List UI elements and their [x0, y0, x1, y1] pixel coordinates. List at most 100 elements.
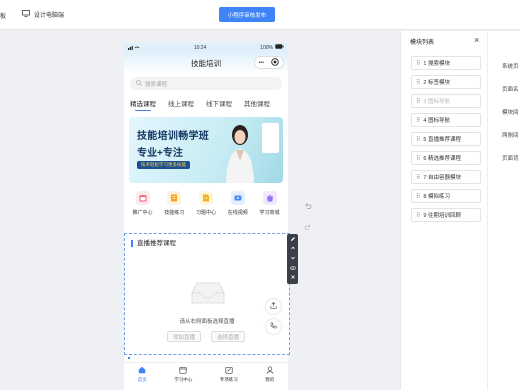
book-icon: [167, 191, 182, 205]
battery-icon: [275, 44, 284, 51]
panel-divider: [487, 31, 488, 390]
shop-icon: [262, 191, 277, 205]
module-item[interactable]: ⠿ 4 图标导航: [411, 113, 481, 127]
signal-icon: [128, 45, 140, 50]
drag-handle-icon[interactable]: ⠿: [416, 174, 421, 181]
module-item-label: 8 模拟练习: [423, 194, 450, 200]
publish-button[interactable]: 小程序审核发布: [219, 7, 275, 22]
module-title: 直播推荐课程: [131, 240, 176, 247]
redo-icon[interactable]: [302, 221, 314, 233]
drag-handle-icon[interactable]: ⠿: [416, 136, 421, 143]
module-item[interactable]: ⠿ 1 搜索模块: [411, 56, 481, 70]
edit-icon: [225, 366, 233, 375]
module-item-label: 2 标签模块: [423, 80, 450, 86]
move-up-icon[interactable]: [290, 245, 296, 253]
design-desktop-button[interactable]: 设计电脑端: [22, 10, 64, 19]
icon-nav-item[interactable]: 推广中心: [128, 191, 157, 216]
module-toolbar: [287, 234, 298, 284]
module-item-label: 9 往期培训回顾: [423, 213, 461, 219]
tabbar-label: 首页: [137, 377, 147, 382]
settings-item[interactable]: 两侧间: [502, 131, 519, 139]
module-item[interactable]: ⠿ 9 往期培训回顾: [411, 208, 481, 222]
module-item[interactable]: ⠿ 2 标签模块: [411, 75, 481, 89]
tabbar-item-study[interactable]: 学习中心: [174, 366, 192, 390]
panel-title: 模块列表: [410, 40, 435, 46]
module-item-label: 7 自由容器模块: [423, 175, 461, 181]
user-icon: [266, 366, 274, 375]
add-live-button[interactable]: 添加直播: [167, 331, 201, 342]
share-fab[interactable]: [266, 299, 281, 314]
module-item[interactable]: ⠿ 5 直播推荐课程: [411, 132, 481, 146]
icon-nav-item[interactable]: 习题中心: [192, 191, 221, 216]
module-item[interactable]: ⠿ 6 精选推荐课程: [411, 151, 481, 165]
icon-nav: 推广中心 技能练习 习题中心 在线视频 学习商城: [124, 183, 288, 216]
empty-hint: 请从右侧面板选择直播: [179, 319, 235, 325]
icon-nav-label: 在线视频: [227, 210, 248, 216]
drag-handle-icon[interactable]: ⠿: [416, 155, 421, 162]
video-icon: [230, 191, 245, 205]
visibility-icon[interactable]: [289, 265, 296, 273]
drag-handle-icon[interactable]: ⠿: [416, 98, 421, 105]
banner-subline: 专业+专注: [137, 148, 183, 159]
module-item-label: 6 精选推荐课程: [423, 156, 461, 162]
drag-handle-icon[interactable]: ⠿: [416, 60, 421, 67]
banner-qr-card: [262, 123, 279, 153]
banner-headline: 技能培训畅学班: [137, 131, 210, 142]
module-item-label: 5 直播推荐课程: [423, 137, 461, 143]
search-input[interactable]: 搜索课程: [130, 77, 282, 90]
icon-nav-item[interactable]: 学习商城: [255, 191, 284, 216]
drag-handle-icon[interactable]: ⠿: [416, 193, 421, 200]
tab-offline[interactable]: 线下课程: [206, 98, 232, 108]
banner-person-image: [226, 125, 254, 183]
tab-other[interactable]: 其他课程: [244, 98, 270, 108]
tabbar-item-profile[interactable]: 我的: [265, 366, 274, 390]
drag-handle-icon[interactable]: ⠿: [416, 79, 421, 86]
live-course-module[interactable]: 直播推荐课程 请从右侧面板选择直播 添加直播 选择直播: [124, 233, 290, 355]
icon-nav-label: 推广中心: [132, 210, 153, 216]
home-icon: [138, 366, 146, 375]
module-item[interactable]: ⠿ 7 自由容器模块: [411, 170, 481, 184]
share-icon: [270, 302, 277, 311]
close-target-icon[interactable]: [271, 57, 280, 68]
status-bar: 10:24 100%: [124, 43, 288, 52]
empty-tray-icon: [191, 282, 225, 304]
settings-item[interactable]: 模块间: [502, 108, 519, 116]
icon-nav-item[interactable]: 技能练习: [160, 191, 189, 216]
phone-fab[interactable]: [266, 319, 281, 334]
settings-item[interactable]: 系统页: [502, 62, 519, 70]
banner-pill: 技术轻松学习更多技能: [137, 161, 190, 169]
tab-featured[interactable]: 精选课程: [130, 98, 156, 111]
more-icon[interactable]: •••: [259, 60, 264, 66]
module-list-panel: 模块列表 × ⠿ 1 搜索模块 ⠿ 2 标签模块 ⠿ 3 图标导航 ⠿ 4 图标导航 ⠿…: [400, 31, 520, 390]
icon-nav-item[interactable]: 在线视频: [223, 191, 252, 216]
undo-icon[interactable]: [302, 200, 314, 212]
icon-nav-label: 技能练习: [164, 210, 185, 216]
icon-nav-label: 习题中心: [195, 210, 216, 216]
course-tabs: 精选课程 线上课程 线下课程 其他课程: [124, 90, 288, 111]
drag-handle-icon[interactable]: ⠿: [416, 212, 421, 219]
phone-call-icon: [270, 322, 277, 331]
settings-item[interactable]: 页面背: [502, 154, 519, 162]
edit-icon[interactable]: [290, 236, 296, 244]
promo-banner[interactable]: 技能培训畅学班 专业+专注 技术轻松学习更多技能: [129, 117, 283, 183]
module-item[interactable]: ⠿ 3 图标导航: [411, 94, 481, 108]
status-time: 10:24: [193, 44, 207, 51]
settings-item[interactable]: 页面名: [502, 85, 519, 93]
select-live-button[interactable]: 选择直播: [211, 331, 245, 342]
tabbar-item-home[interactable]: 首页: [138, 366, 147, 390]
battery-percent: 100%: [260, 44, 273, 51]
move-down-icon[interactable]: [290, 255, 296, 263]
close-icon[interactable]: ×: [474, 35, 479, 45]
tab-online[interactable]: 线上课程: [168, 98, 194, 108]
mini-program-capsule[interactable]: •••: [254, 56, 284, 69]
drag-handle-icon[interactable]: ⠿: [416, 117, 421, 124]
page-header: 技能培训 •••: [124, 52, 288, 74]
module-item[interactable]: ⠿ 8 模拟练习: [411, 189, 481, 203]
design-desktop-label: 设计电脑端: [34, 13, 65, 19]
tabbar-item-practice[interactable]: 专项练习: [220, 366, 238, 390]
calendar-icon: [179, 366, 187, 375]
history-controls: [302, 200, 314, 233]
tabbar-label: 学习中心: [174, 377, 193, 382]
delete-icon[interactable]: [290, 274, 296, 282]
icon-nav-label: 学习商城: [259, 210, 280, 216]
